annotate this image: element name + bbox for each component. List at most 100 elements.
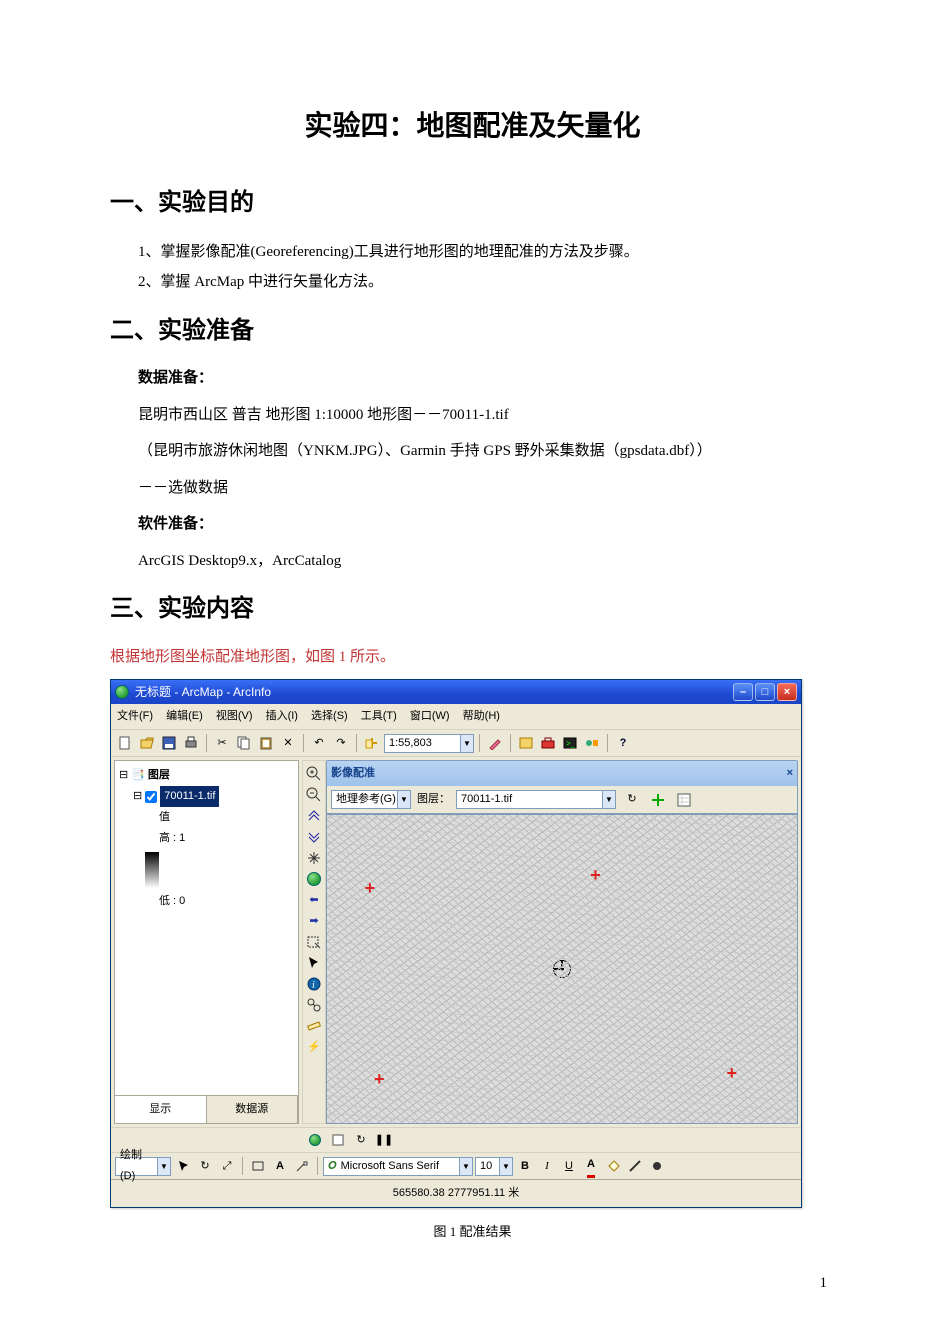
font-combo[interactable]: 𝑶 Microsoft Sans Serif ▼ xyxy=(323,1157,473,1176)
underline-button[interactable]: U xyxy=(559,1156,579,1176)
link-table-icon[interactable] xyxy=(674,790,694,810)
layer-high-label: 高 : 1 xyxy=(119,828,294,849)
print-button[interactable] xyxy=(181,733,201,753)
new-doc-button[interactable] xyxy=(115,733,135,753)
help-button[interactable]: ? xyxy=(613,733,633,753)
find-icon[interactable] xyxy=(304,995,324,1015)
toc-root-row[interactable]: ⊟ 📑 图层 xyxy=(119,765,294,786)
identify-icon[interactable]: i xyxy=(304,974,324,994)
zoom-element-icon[interactable]: ⤢ xyxy=(217,1156,237,1176)
save-button[interactable] xyxy=(159,733,179,753)
georef-menu[interactable]: 地理参考(G) ▼ xyxy=(331,790,411,809)
zoom-out-icon[interactable] xyxy=(304,785,324,805)
view-switch-bar: ↻ ❚❚ xyxy=(111,1127,801,1152)
control-point-marker: + xyxy=(590,858,601,892)
menu-file[interactable]: 文件(F) xyxy=(117,710,153,722)
scale-combo[interactable]: 1:55,803 ▼ xyxy=(384,734,474,753)
font-color-button[interactable]: A xyxy=(581,1156,601,1176)
georef-layer-combo[interactable]: 70011-1.tif ▼ xyxy=(456,790,616,809)
menu-select[interactable]: 选择(S) xyxy=(311,710,348,722)
maximize-button[interactable]: □ xyxy=(755,683,775,701)
rotate-element-icon[interactable]: ↻ xyxy=(195,1156,215,1176)
menu-view[interactable]: 视图(V) xyxy=(216,710,253,722)
draw-menu[interactable]: 绘制(D) ▼ xyxy=(115,1157,171,1176)
add-data-button[interactable] xyxy=(362,733,382,753)
figure-caption: 图 1 配准结果 xyxy=(110,1220,835,1245)
zoom-in-icon[interactable] xyxy=(304,764,324,784)
cut-button[interactable]: ✂ xyxy=(212,733,232,753)
rotate-tool-icon[interactable]: ↻ xyxy=(622,790,642,810)
layout-view-icon[interactable] xyxy=(328,1130,348,1150)
font-name: Microsoft Sans Serif xyxy=(341,1156,439,1177)
model-builder-icon[interactable] xyxy=(582,733,602,753)
scale-value: 1:55,803 xyxy=(389,733,432,754)
fixed-zoom-out-icon[interactable] xyxy=(304,827,324,847)
arccatalog-icon[interactable] xyxy=(516,733,536,753)
toc-layer-row[interactable]: ⊟ 70011-1.tif xyxy=(119,786,294,807)
layer-visibility-checkbox[interactable] xyxy=(145,791,157,803)
bold-button[interactable]: B xyxy=(515,1156,535,1176)
menu-edit[interactable]: 编辑(E) xyxy=(166,710,203,722)
toolbar-separator xyxy=(356,734,357,752)
menu-help[interactable]: 帮助(H) xyxy=(463,710,500,722)
menu-window[interactable]: 窗口(W) xyxy=(410,710,450,722)
italic-button[interactable]: I xyxy=(537,1156,557,1176)
toolbar-close-icon[interactable]: × xyxy=(787,763,793,784)
collapse-icon[interactable]: ⊟ xyxy=(119,765,128,786)
select-features-icon[interactable] xyxy=(304,932,324,952)
measure-icon[interactable] xyxy=(304,1016,324,1036)
edit-vertices-icon[interactable] xyxy=(292,1156,312,1176)
fill-color-button[interactable] xyxy=(603,1156,623,1176)
status-coordinates: 565580.38 2777951.11 米 xyxy=(393,1187,519,1199)
add-control-point-icon[interactable] xyxy=(648,790,668,810)
toc-tab-source[interactable]: 数据源 xyxy=(207,1096,299,1123)
georef-menu-label: 地理参考(G) xyxy=(336,789,396,810)
hyperlink-icon[interactable]: ⚡ xyxy=(304,1037,324,1057)
pause-drawing-icon[interactable]: ❚❚ xyxy=(374,1130,394,1150)
font-icon: 𝑶 xyxy=(328,1156,337,1177)
toolbar-separator xyxy=(242,1157,243,1175)
data-view-icon[interactable] xyxy=(305,1130,325,1150)
editor-toolbar-icon[interactable] xyxy=(485,733,505,753)
line-color-button[interactable] xyxy=(625,1156,645,1176)
undo-button[interactable]: ↶ xyxy=(309,733,329,753)
menu-tools[interactable]: 工具(T) xyxy=(361,710,397,722)
minimize-button[interactable]: – xyxy=(733,683,753,701)
standard-toolbar: ✂ ✕ ↶ ↷ 1:55,803 ▼ >_ ? xyxy=(111,730,801,757)
paste-button[interactable] xyxy=(256,733,276,753)
toc-tab-display[interactable]: 显示 xyxy=(115,1096,207,1123)
command-line-icon[interactable]: >_ xyxy=(560,733,580,753)
collapse-icon[interactable]: ⊟ xyxy=(133,786,142,807)
new-text-icon[interactable]: A xyxy=(270,1156,290,1176)
select-elements-icon[interactable] xyxy=(304,953,324,973)
s1-item-2: 2、掌握 ArcMap 中进行矢量化方法。 xyxy=(110,267,835,297)
map-area: 影像配准 × 地理参考(G) ▼ 图层： 70011-1.tif ▼ ↻ xyxy=(326,760,798,1124)
marker-color-button[interactable] xyxy=(647,1156,667,1176)
fixed-zoom-in-icon[interactable] xyxy=(304,806,324,826)
chevron-down-icon: ▼ xyxy=(157,1158,170,1175)
next-extent-icon[interactable]: ➡ xyxy=(304,911,324,931)
chevron-down-icon: ▼ xyxy=(602,791,615,808)
map-canvas[interactable]: + + + + xyxy=(326,814,798,1124)
layer-value-label: 值 xyxy=(119,807,294,828)
pan-icon[interactable] xyxy=(304,848,324,868)
new-rectangle-icon[interactable] xyxy=(248,1156,268,1176)
refresh-view-icon[interactable]: ↻ xyxy=(351,1130,371,1150)
full-extent-icon[interactable] xyxy=(304,869,324,889)
font-size-combo[interactable]: 10 ▼ xyxy=(475,1157,513,1176)
section3-title: 三、实验内容 xyxy=(110,587,835,633)
copy-button[interactable] xyxy=(234,733,254,753)
chevron-down-icon: ▼ xyxy=(499,1158,512,1175)
toolbox-icon[interactable] xyxy=(538,733,558,753)
georeferencing-toolbar[interactable]: 影像配准 × 地理参考(G) ▼ 图层： 70011-1.tif ▼ ↻ xyxy=(326,760,798,814)
prev-extent-icon[interactable]: ⬅ xyxy=(304,890,324,910)
toolbar-separator xyxy=(317,1157,318,1175)
delete-button[interactable]: ✕ xyxy=(278,733,298,753)
pointer-icon[interactable] xyxy=(173,1156,193,1176)
open-button[interactable] xyxy=(137,733,157,753)
page-number: 1 xyxy=(820,1269,828,1298)
toolbar-separator xyxy=(510,734,511,752)
close-button[interactable]: × xyxy=(777,683,797,701)
menu-insert[interactable]: 插入(I) xyxy=(266,710,298,722)
redo-button[interactable]: ↷ xyxy=(331,733,351,753)
